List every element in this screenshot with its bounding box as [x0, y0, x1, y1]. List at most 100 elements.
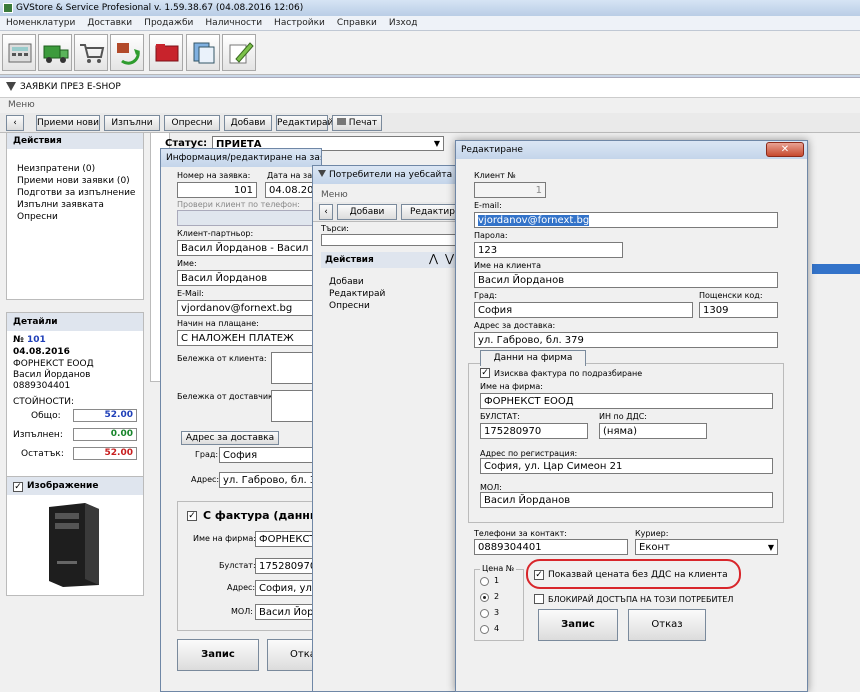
delivery-address-label: Адрес за доставка:: [474, 321, 556, 330]
client-name-field[interactable]: Васил Йорданов: [474, 272, 778, 288]
payment-field[interactable]: С НАЛОЖЕН ПЛАТЕЖ: [177, 330, 327, 346]
check-phone-field[interactable]: [177, 210, 327, 226]
collapse-button[interactable]: ‹: [6, 115, 24, 131]
show-price-no-vat-checkbox[interactable]: ✓: [534, 570, 544, 580]
toolbar-edit-button[interactable]: [222, 34, 256, 71]
block-access-label: БЛОКИРАЙ ДОСТЪПА НА ТОЗИ ПОТРЕБИТЕЛ: [548, 595, 734, 604]
edit-button[interactable]: Редактирай: [276, 115, 333, 131]
toolbar-documents-button[interactable]: [186, 34, 220, 71]
users-action-add[interactable]: Добави: [329, 276, 385, 288]
vat-field[interactable]: (няма): [599, 423, 707, 439]
invoice-default-checkbox[interactable]: ✓: [480, 368, 490, 378]
city-field[interactable]: София: [474, 302, 693, 318]
users-menu[interactable]: Меню: [321, 190, 348, 200]
users-actions-title: Действия: [325, 255, 374, 265]
info-save-button[interactable]: Запис: [177, 639, 259, 671]
action-execute[interactable]: Изпълни заявката: [17, 199, 135, 211]
courier-select[interactable]: Еконт ▼: [635, 539, 778, 555]
password-field[interactable]: 123: [474, 242, 623, 258]
client-no-label: Клиент №: [474, 171, 516, 180]
delivery-address-tab[interactable]: Адрес за доставка: [181, 431, 279, 445]
toolbar-truck-button[interactable]: [38, 34, 72, 71]
action-unsent[interactable]: Неизпратени (0): [17, 163, 135, 175]
invoice-checkbox[interactable]: ✓: [187, 511, 197, 521]
add-button[interactable]: Добави: [224, 115, 272, 131]
order-no-field[interactable]: 101: [177, 182, 257, 198]
supplier-note-label: Бележка от доставчика:: [177, 392, 281, 401]
mol-label: МОЛ:: [480, 483, 502, 492]
edit-cancel-button[interactable]: Отказ: [628, 609, 706, 641]
postcode-field[interactable]: 1309: [699, 302, 778, 318]
firm-data-tab[interactable]: Данни на фирма: [480, 350, 586, 366]
menu-deliveries[interactable]: Доставки: [81, 16, 138, 31]
reg-address-field[interactable]: София, ул. Цар Симеон 21: [480, 458, 773, 474]
funnel-icon: [318, 170, 326, 177]
funnel-icon: [6, 82, 16, 91]
menu-reports[interactable]: Справки: [331, 16, 383, 31]
image-checkbox[interactable]: ✓: [13, 482, 23, 492]
email-field[interactable]: vjordanov@fornext.bg: [177, 300, 327, 316]
toolbar-exchange-button[interactable]: [110, 34, 144, 71]
phones-field[interactable]: 0889304401: [474, 539, 628, 555]
price-radio-1[interactable]: [480, 577, 489, 586]
show-price-no-vat-label: Показвай цената без ДДС на клиента: [548, 570, 728, 580]
details-phone: 0889304401: [13, 381, 71, 391]
users-window-title-row: Потребители на уебсайта - AS: [313, 166, 471, 184]
action-refresh[interactable]: Опресни: [17, 211, 135, 223]
calculator-icon: [8, 43, 32, 63]
details-title: Детайли: [7, 313, 143, 331]
toolbar-cart-button[interactable]: [74, 34, 108, 71]
users-actions-list: Добави Редактирай Опресни: [329, 276, 385, 312]
users-action-refresh[interactable]: Опресни: [329, 300, 385, 312]
print-button[interactable]: Печат: [332, 115, 382, 131]
menu-stock[interactable]: Наличности: [199, 16, 268, 31]
details-number-row: № 101: [13, 335, 46, 345]
menu-sales[interactable]: Продажби: [138, 16, 199, 31]
courier-label: Куриер:: [635, 529, 669, 538]
users-collapse-button[interactable]: ‹: [319, 204, 333, 220]
details-done-label: Изпълнен:: [13, 430, 63, 440]
firm-name-field[interactable]: ФОРНЕКСТ ЕООД: [480, 393, 773, 409]
name-field[interactable]: Васил Йорданов: [177, 270, 327, 286]
edit-user-window: Редактиране ✕ Клиент № 1 E-mail: vjordan…: [455, 140, 808, 692]
close-icon[interactable]: ✕: [766, 142, 804, 157]
menu-nomenclatures[interactable]: Номенклатури: [0, 16, 81, 31]
delivery-address-label: Адрес:: [191, 475, 220, 484]
toolbar-folder-button[interactable]: [149, 34, 183, 71]
collapse-up-icon[interactable]: ⋀: [429, 252, 438, 265]
collapse-down-icon[interactable]: ⋁: [445, 252, 454, 265]
action-prepare[interactable]: Подготви за изпълнение: [17, 187, 135, 199]
price-radio-2[interactable]: [480, 593, 489, 602]
menu-settings[interactable]: Настройки: [268, 16, 331, 31]
users-add-button[interactable]: Добави: [337, 204, 397, 220]
email-field[interactable]: vjordanov@fornext.bg: [474, 212, 778, 228]
client-name-label: Име на клиента: [474, 261, 542, 270]
actions-title: Действия: [7, 133, 143, 149]
users-action-edit[interactable]: Редактирай: [329, 288, 385, 300]
bulstat-field[interactable]: 175280970: [480, 423, 588, 439]
accept-new-button[interactable]: Приеми нови: [36, 115, 100, 131]
execute-button[interactable]: Изпълни: [104, 115, 160, 131]
partner-field[interactable]: Васил Йорданов - Васил Й: [177, 240, 327, 256]
pencil-paper-icon: [229, 42, 254, 64]
computer-tower-image: [49, 503, 99, 587]
print-label: Печат: [348, 118, 378, 128]
action-accept-new[interactable]: Приеми нови заявки (0): [17, 175, 135, 187]
check-phone-label: Провери клиент по телефон:: [177, 200, 300, 209]
main-menu: Номенклатури Доставки Продажби Наличности На…: [0, 16, 860, 31]
toolbar-calculator-button[interactable]: [2, 34, 36, 71]
firm-name-label: Име на фирма:: [480, 382, 543, 391]
block-access-checkbox[interactable]: [534, 594, 544, 604]
orders-menu[interactable]: Меню: [8, 100, 35, 110]
price-radio-4[interactable]: [480, 625, 489, 634]
price-radio-3[interactable]: [480, 609, 489, 618]
details-rest-value: 52.00: [73, 447, 137, 460]
users-search-field[interactable]: [321, 234, 471, 246]
truck-icon: [43, 45, 69, 63]
mol-field[interactable]: Васил Йорданов: [480, 492, 773, 508]
menu-exit[interactable]: Изход: [383, 16, 424, 31]
refresh-button[interactable]: Опресни: [164, 115, 220, 131]
price-option-3: 3: [494, 608, 500, 617]
delivery-address-field[interactable]: ул. Габрово, бл. 379: [474, 332, 778, 348]
edit-save-button[interactable]: Запис: [538, 609, 618, 641]
